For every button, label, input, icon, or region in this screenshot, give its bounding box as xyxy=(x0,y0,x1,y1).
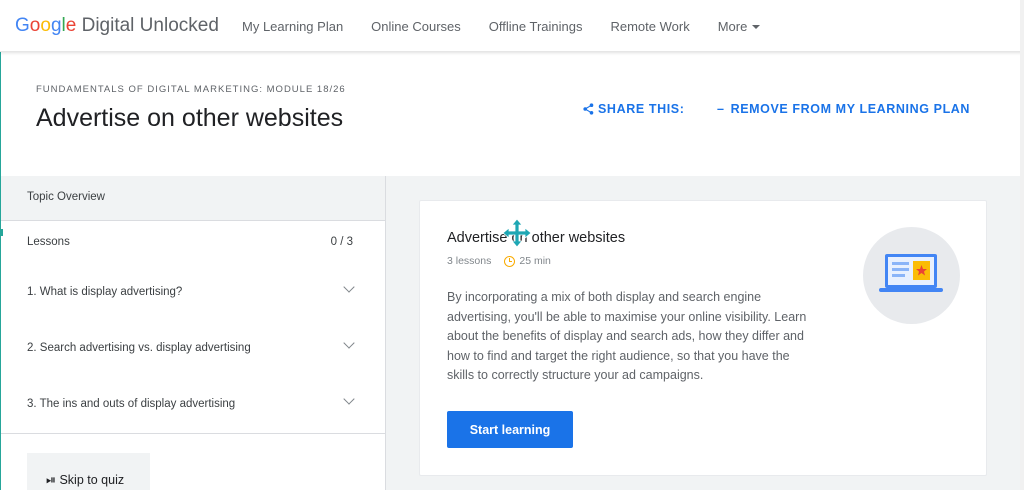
share-label: SHARE THIS: xyxy=(598,102,685,116)
duration-text: 25 min xyxy=(519,255,551,267)
card-meta: 3 lessons 25 min xyxy=(447,255,551,267)
lesson-item-2[interactable]: 2. Search advertising vs. display advert… xyxy=(27,337,355,354)
nav-offline-trainings[interactable]: Offline Trainings xyxy=(489,19,583,34)
google-digital-unlocked-logo[interactable]: Google Digital Unlocked xyxy=(15,15,219,37)
remove-from-plan-button[interactable]: – REMOVE FROM MY LEARNING PLAN xyxy=(717,102,970,116)
skip-to-quiz-button[interactable]: ⏯ Skip to quiz xyxy=(27,453,150,490)
nav-remote-work[interactable]: Remote Work xyxy=(610,19,689,34)
lesson-label: 3. The ins and outs of display advertisi… xyxy=(27,398,236,410)
lessons-progress-count: 0 / 3 xyxy=(330,236,353,248)
page-title: Advertise on other websites xyxy=(36,104,344,132)
start-learning-button[interactable]: Start learning xyxy=(447,411,573,448)
edge-marker xyxy=(0,229,3,236)
lessons-label: Lessons xyxy=(27,236,70,248)
minus-icon: – xyxy=(717,102,725,116)
chevron-down-icon xyxy=(343,337,355,349)
nav-more-label: More xyxy=(717,18,748,34)
clock-icon xyxy=(504,255,516,267)
lesson-item-1[interactable]: 1. What is display advertising? xyxy=(27,281,355,298)
lessons-header: Lessons 0 / 3 xyxy=(27,236,353,248)
divider xyxy=(1,433,385,434)
lessons-count-text: 3 lessons xyxy=(447,255,492,267)
chevron-down-icon xyxy=(343,281,355,293)
module-description: By incorporating a mix of both display a… xyxy=(447,290,807,382)
caret-down-icon xyxy=(752,25,761,30)
chevron-down-icon xyxy=(343,393,355,405)
laptop-ad-illustration xyxy=(863,227,960,324)
lesson-label: 2. Search advertising vs. display advert… xyxy=(27,342,251,354)
nav-more-menu[interactable]: More xyxy=(718,19,761,34)
lesson-label: 1. What is display advertising? xyxy=(27,286,183,298)
lesson-item-3[interactable]: 3. The ins and outs of display advertisi… xyxy=(27,393,355,410)
topic-sidebar: Topic Overview Lessons 0 / 3 1. What is … xyxy=(1,176,386,490)
share-button[interactable]: SHARE THIS: xyxy=(583,102,684,116)
module-header: FUNDAMENTALS OF DIGITAL MARKETING: MODUL… xyxy=(0,52,1020,176)
move-cursor-icon xyxy=(502,218,532,248)
nav-online-courses[interactable]: Online Courses xyxy=(371,19,461,34)
share-icon xyxy=(583,103,594,115)
main-nav: My Learning Plan Online Courses Offline … xyxy=(228,0,774,52)
laptop-icon xyxy=(879,254,943,292)
card-title: Advertise on other websites xyxy=(447,230,626,246)
nav-my-learning-plan[interactable]: My Learning Plan xyxy=(242,19,343,34)
logo-text: Digital Unlocked xyxy=(81,15,219,36)
remove-label: REMOVE FROM MY LEARNING PLAN xyxy=(730,102,971,116)
topic-overview-tab[interactable]: Topic Overview xyxy=(1,176,385,221)
module-label: FUNDAMENTALS OF DIGITAL MARKETING: MODUL… xyxy=(36,84,346,95)
top-navigation-bar: Google Digital Unlocked My Learning Plan… xyxy=(0,0,1024,52)
page-scrollbar[interactable] xyxy=(1020,0,1024,490)
